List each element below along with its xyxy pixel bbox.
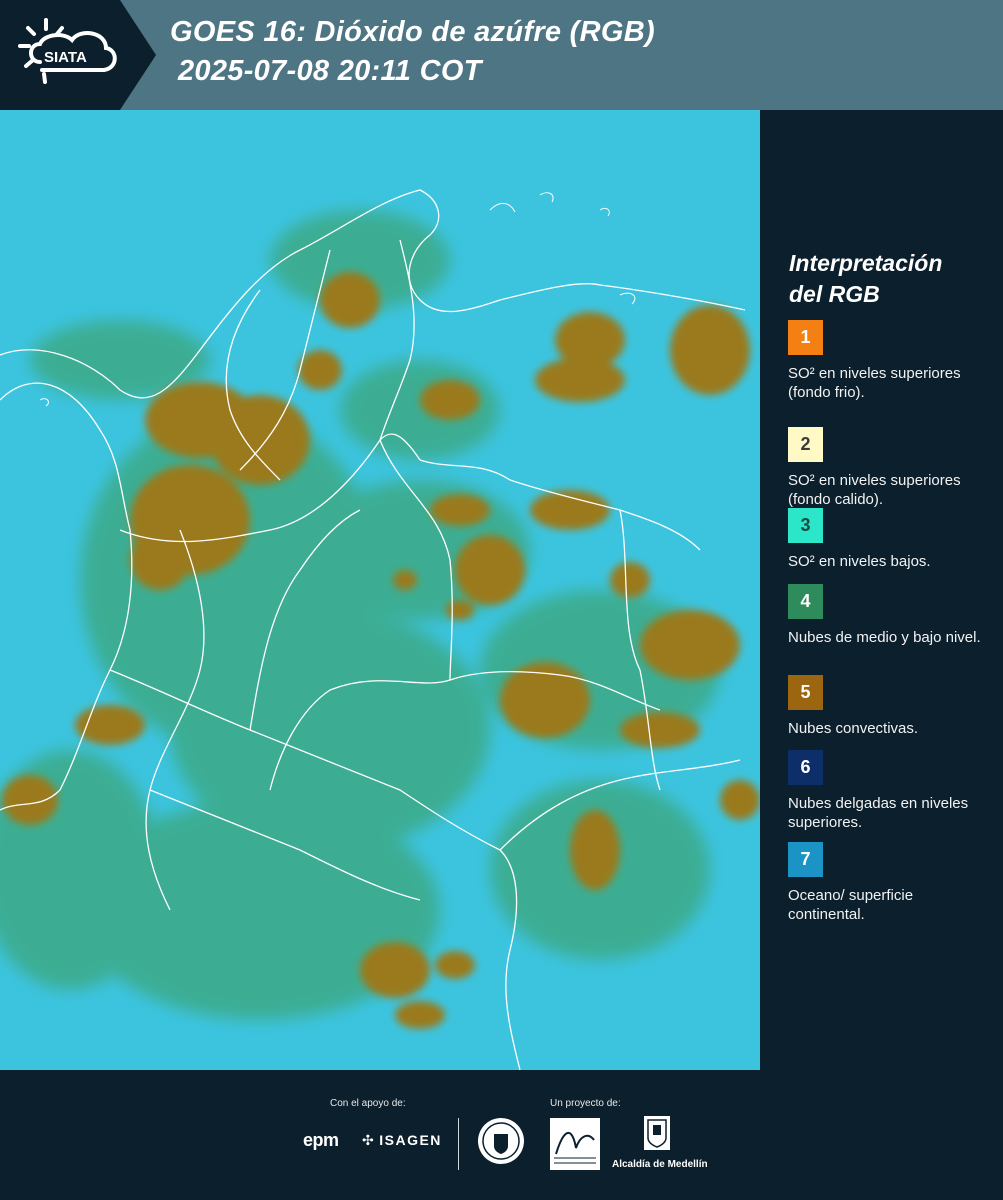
legend-title: Interpretación del RGB [789,250,943,307]
legend-swatch: 2 [788,427,823,462]
footer: Con el apoyo de: Un proyecto de: epm ✣ IS… [0,1070,1003,1200]
legend-item-1: 1 SO² en niveles superiores (fondo frio). [788,320,988,402]
legend-swatch: 7 [788,842,823,877]
support-label: Con el apoyo de: [330,1098,406,1109]
legend-label: SO² en niveles bajos. [788,553,931,570]
legend-item-4: 4 Nubes de medio y bajo nivel. [788,584,988,647]
legend-swatch: 6 [788,750,823,785]
epm-logo: epm [303,1130,339,1150]
area-metropolitana-logo [550,1118,600,1170]
legend-label: Nubes de medio y bajo nivel. [788,629,981,646]
legend-swatch: 3 [788,508,823,543]
footer-divider [458,1118,459,1170]
timestamp: 2025-07-08 20:11 COT [178,55,482,87]
legend-swatch: 4 [788,584,823,619]
header-bar: SIATA GOES 16: Dióxido de azúfre (RGB) 2… [0,0,1003,110]
legend-item-3: 3 SO² en niveles bajos. [788,508,988,571]
alcaldia-logo: Alcaldía de Medellín [612,1116,708,1172]
legend-label: SO² en niveles superiores (fondo frio). [788,365,961,401]
satellite-map [0,110,760,1070]
siata-logo: SIATA [14,14,126,94]
alcaldia-crest-icon [644,1116,670,1150]
isagen-logo: ✣ ISAGEN [362,1132,442,1148]
legend-item-5: 5 Nubes convectivas. [788,675,988,738]
legend-item-7: 7 Oceano/ superficie continental. [788,842,988,924]
medellin-seal-icon [476,1116,526,1166]
legend-item-2: 2 SO² en niveles superiores (fondo calido… [788,427,988,509]
legend-label: Oceano/ superficie continental. [788,887,914,923]
legend-label: Nubes convectivas. [788,720,919,737]
isagen-mark-icon: ✣ [362,1132,376,1148]
legend-swatch: 5 [788,675,823,710]
rgb-imagery [0,110,760,1070]
legend-label: Nubes delgadas en niveles superiores. [788,795,969,831]
project-label: Un proyecto de: [550,1098,621,1109]
svg-text:SIATA: SIATA [44,49,87,66]
legend-label: SO² en niveles superiores (fondo calido)… [788,472,961,508]
legend-item-6: 6 Nubes delgadas en niveles superiores. [788,750,988,832]
legend-swatch: 1 [788,320,823,355]
legend-panel: Interpretación del RGB 1 SO² en niveles s… [760,110,1003,1070]
page-title: GOES 16: Dióxido de azúfre (RGB) [170,16,655,48]
